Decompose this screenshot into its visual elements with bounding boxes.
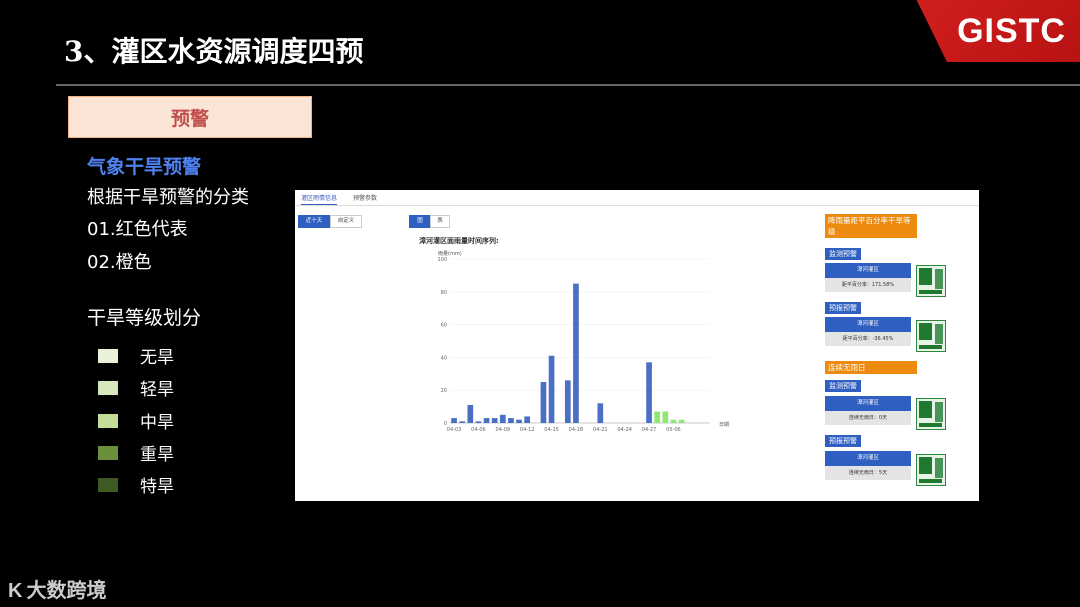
grade-swatch (98, 348, 118, 363)
bar (499, 414, 506, 423)
gistc-logo: GISTC (957, 12, 1066, 50)
grade-swatch (98, 477, 118, 492)
forecast-label-1: 预报预警 (825, 302, 861, 314)
panel-tabs: 灌区雨情信息 预警参数 (295, 190, 979, 206)
x-tick-label: 04-24 (617, 427, 632, 433)
x-tick-label: 04-03 (447, 427, 462, 433)
app-screenshot-panel: 灌区雨情信息 预警参数 近十天 自定义 图 表 漳河灌区面雨量时间序列: 雨量(… (295, 190, 979, 501)
signal-icon (916, 454, 946, 486)
bar (516, 419, 522, 423)
rainfall-chart: 雨量(mm) 日期 02040608010004-03 04-06 04-09 04-… (437, 250, 729, 433)
no-rain-days-header: 连续无雨日 (825, 361, 917, 374)
grade-row: 特旱 (98, 472, 174, 497)
range-custom-button[interactable]: 自定义 (330, 215, 362, 228)
subhead: 气象干旱预警 (87, 156, 202, 178)
signal-icon (916, 398, 946, 430)
grade-heading: 干旱等级划分 (87, 307, 202, 329)
region-card-2[interactable]: 漳河灌区 距平百分率：-36.45% (825, 317, 911, 346)
region-card-3[interactable]: 漳河灌区 连续无雨日：0天 (825, 396, 911, 425)
x-tick-label: 04-18 (569, 427, 584, 433)
region-card-4[interactable]: 漳河灌区 连续无雨日：5天 (825, 451, 911, 480)
grade-row: 中旱 (98, 408, 174, 433)
forecast-label-2: 预报预警 (825, 435, 861, 447)
x-tick-label: 05-06 (666, 427, 681, 433)
signal-icon (916, 265, 946, 297)
signal-icon (916, 320, 946, 352)
grade-row: 轻旱 (98, 375, 174, 400)
x-axis-label: 日期 (719, 422, 729, 428)
bar (654, 411, 661, 423)
bar (548, 355, 555, 423)
x-tick-label: 04-15 (544, 427, 559, 433)
bar (491, 418, 498, 423)
x-tick-label: 04-06 (471, 427, 486, 433)
grade-row: 无旱 (98, 343, 174, 368)
tab-warning-params[interactable]: 预警参数 (353, 193, 377, 202)
x-tick-label: 04-09 (496, 427, 511, 433)
view-chart-button[interactable]: 图 (409, 215, 431, 228)
bar (508, 418, 514, 423)
bar (459, 421, 466, 423)
footer-logo-icon: K (8, 580, 23, 602)
x-tick-label: 04-12 (520, 427, 535, 433)
footer-brand: K 大数跨境 (8, 578, 107, 602)
grade-row: 重旱 (98, 440, 174, 465)
grade-swatch (98, 413, 118, 428)
y-tick-label: 40 (441, 355, 447, 361)
x-tick-label: 04-27 (642, 427, 657, 433)
line-3: 02.橙色 (87, 252, 152, 273)
title-divider (56, 84, 1080, 86)
bar (646, 362, 652, 423)
view-table-button[interactable]: 表 (430, 215, 450, 228)
bar (678, 419, 685, 423)
line-1: 根据干旱预警的分类 (87, 187, 249, 208)
bar (670, 419, 677, 423)
warning-box: 预警 (68, 96, 312, 138)
monitor-label-1: 监测预警 (825, 248, 861, 260)
tab-rain-info[interactable]: 灌区雨情信息 (301, 193, 338, 205)
monitor-label-2: 监测预警 (825, 380, 861, 392)
slide-title: 3、灌区水资源调度四预 (64, 35, 364, 68)
bar (467, 404, 474, 423)
y-tick-label: 60 (441, 323, 447, 329)
drought-grade-header: 降雨量距平百分率干旱等级 (825, 214, 917, 238)
y-axis-label: 雨量(mm) (438, 250, 462, 257)
bar (662, 411, 669, 423)
y-tick-label: 100 (437, 257, 447, 263)
grade-swatch (98, 380, 118, 395)
line-2: 01.红色代表 (87, 219, 188, 240)
bar (597, 403, 604, 423)
range-10days-button[interactable]: 近十天 (298, 215, 330, 228)
region-card-1[interactable]: 漳河灌区 距平百分率：171.58% (825, 263, 911, 292)
bar (475, 421, 482, 423)
bar (573, 283, 579, 423)
bar (524, 416, 531, 423)
bar (564, 380, 571, 423)
bar (451, 418, 457, 423)
bar (540, 382, 547, 423)
grade-swatch (98, 445, 118, 460)
y-tick-label: 20 (441, 388, 447, 394)
bar (483, 418, 490, 423)
y-tick-label: 80 (441, 290, 447, 296)
x-tick-label: 04-21 (593, 427, 608, 433)
